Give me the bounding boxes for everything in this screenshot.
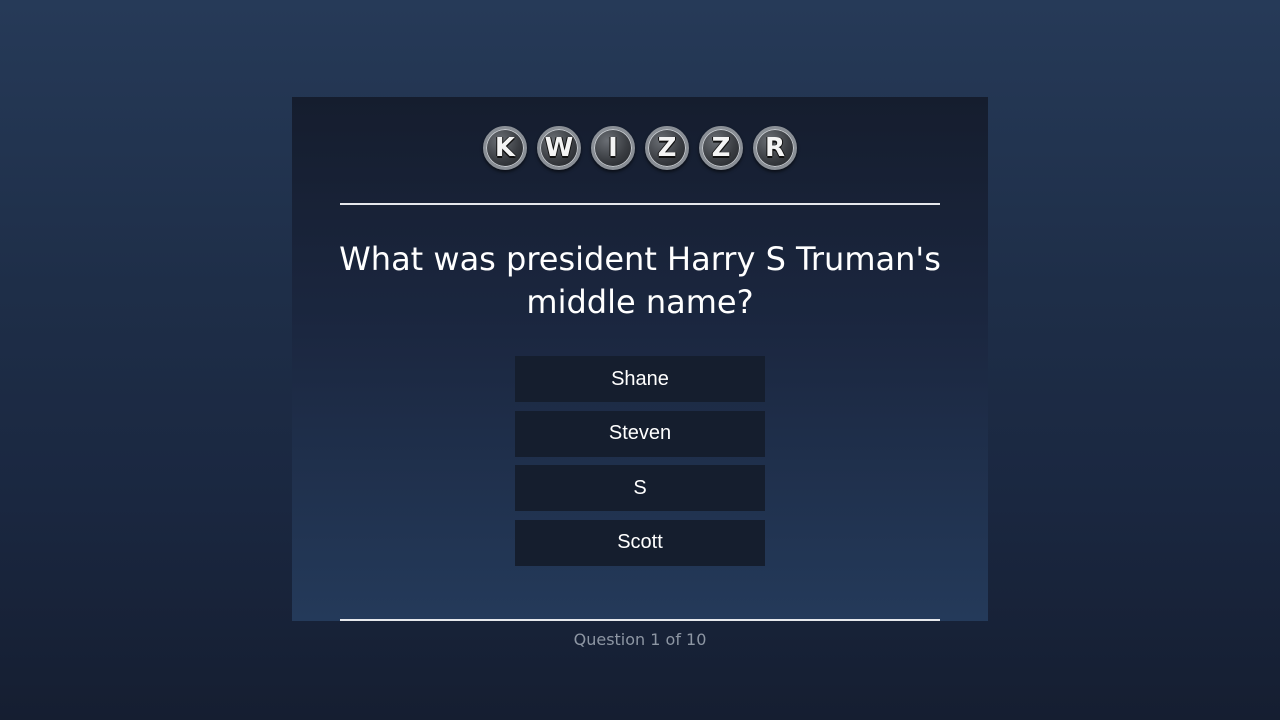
logo-letter-w: W: [537, 126, 581, 170]
question-line-1: What was president Harry S Truman's: [339, 240, 941, 278]
answer-button-scott[interactable]: Scott: [515, 519, 765, 566]
kwizzr-logo: K W I Z Z R: [292, 126, 988, 170]
logo-letter-k: K: [483, 126, 527, 170]
question-line-2: middle name?: [526, 283, 754, 321]
logo-letter-r: R: [753, 126, 797, 170]
answer-button-s[interactable]: S: [515, 465, 765, 511]
top-divider: [340, 203, 940, 205]
logo-letter-i: I: [591, 126, 635, 170]
logo-letter-z2: Z: [699, 126, 743, 170]
answer-button-steven[interactable]: Steven: [515, 410, 765, 457]
logo-letter-z1: Z: [645, 126, 689, 170]
question-progress: Question 1 of 10: [573, 630, 707, 649]
answer-button-shane[interactable]: Shane: [515, 356, 765, 402]
answer-list: Shane Steven S Scott: [515, 356, 765, 574]
bottom-divider: [340, 619, 940, 621]
question-text: What was president Harry S Truman's midd…: [292, 238, 988, 324]
